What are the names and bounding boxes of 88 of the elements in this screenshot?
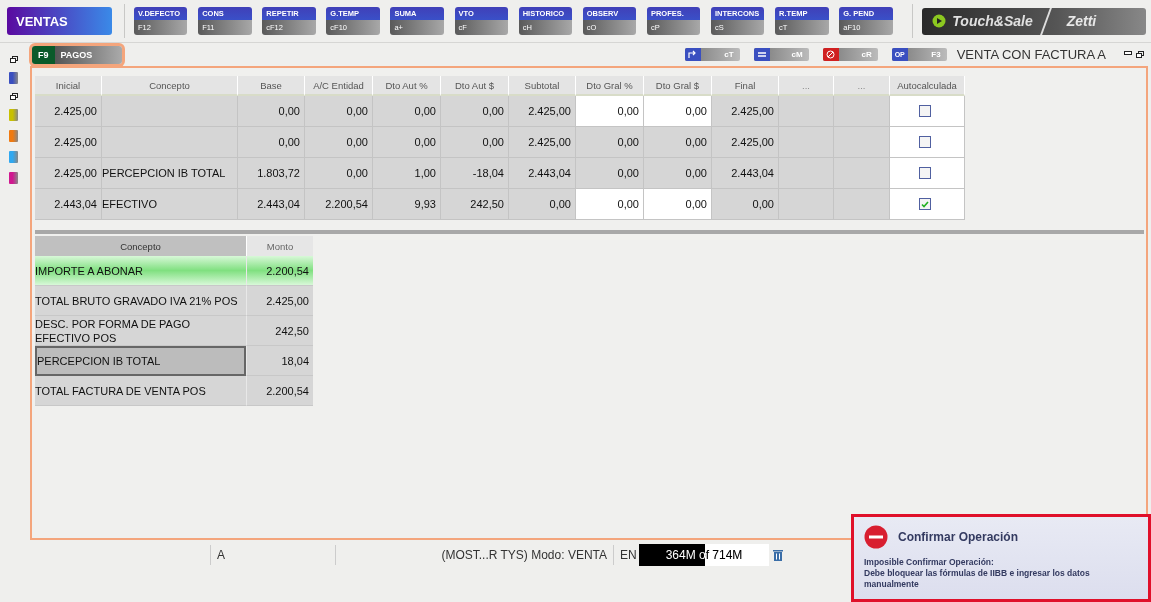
table-cell: 0,00 [238,127,305,158]
table-cell: PERCEPCION IB TOTAL [102,158,238,189]
table-cell: 0,00 [441,127,509,158]
notification-title: Confirmar Operación [898,530,1019,544]
swap-icon [688,50,698,59]
status-language: EN [613,545,637,565]
table-cell: 1.803,72 [238,158,305,189]
table-cell: PERCEPCION IB TOTAL [35,346,246,376]
column-header: Dto Gral $ [644,76,712,96]
table-cell: 2.425,00 [246,286,313,316]
column-header: Monto [246,236,313,256]
table-cell: 0,00 [712,189,779,220]
table-cell: 18,04 [246,346,313,376]
table-cell: 0,00 [373,96,441,127]
table-cell: 0,00 [441,96,509,127]
checkbox[interactable] [919,105,931,117]
document-type: VENTA CON FACTURA A [956,47,1106,62]
table-cell: 2.425,00 [35,158,102,189]
table-cell[interactable]: 0,00 [576,96,644,127]
column-header: Inicial [35,76,102,96]
table-cell: 0,00 [373,127,441,158]
status-session: (MOST...R TYS) Modo: VENTA [335,545,613,565]
column-header: Dto Aut $ [441,76,509,96]
table-cell: 2.425,00 [35,127,102,158]
table-cell[interactable]: 0,00 [576,158,644,189]
table-cell: 2.443,04 [238,189,305,220]
table-cell: 0,00 [509,189,576,220]
brand-name: Touch&Sale [952,13,1033,29]
table-cell: 242,50 [441,189,509,220]
column-header: A/C Entidad [305,76,373,96]
column-header: Base [238,76,305,96]
table-cell: 2.200,54 [305,189,373,220]
column-header: Final [712,76,779,96]
table-cell: 0,00 [238,96,305,127]
stop-icon [864,525,888,549]
table-cell[interactable]: 0,00 [576,189,644,220]
cancel-icon [826,50,836,59]
notification-message: Debe bloquear las fórmulas de IIBB e ingresar los datos manualmente [864,568,1091,590]
table-cell: 0,00 [305,158,373,189]
table-cell: 2.425,00 [509,96,576,127]
column-header: Concepto [35,236,246,256]
table-cell[interactable]: 0,00 [644,127,712,158]
table-cell[interactable]: 0,00 [644,158,712,189]
table-cell: 2.443,04 [35,189,102,220]
table-cell: 2.443,04 [712,158,779,189]
table-cell: TOTAL BRUTO GRAVADO IVA 21% POS [35,286,246,316]
restore-icon[interactable] [9,56,18,63]
column-header: Dto Aut % [373,76,441,96]
column-header: Autocalculada [890,76,965,96]
column-header: ... [779,76,834,96]
restore-icon[interactable] [1136,51,1144,58]
checkbox[interactable] [919,198,931,210]
table-cell: 2.425,00 [712,127,779,158]
table-cell[interactable]: 0,00 [576,127,644,158]
column-header: Concepto [102,76,238,96]
column-header: Subtotal [509,76,576,96]
table-cell: -18,04 [441,158,509,189]
table-cell: IMPORTE A ABONAR [35,256,246,286]
notification-heading: Imposible Confirmar Operación: [864,557,995,568]
minimize-icon[interactable] [1124,51,1132,56]
checkbox[interactable] [919,136,931,148]
partner-name: Zetti [1066,13,1097,29]
table-cell: 2.425,00 [712,96,779,127]
table-cell: EFECTIVO [102,189,238,220]
trash-icon[interactable] [773,549,783,561]
table-cell: 1,00 [373,158,441,189]
table-cell: 242,50 [246,316,313,346]
table-cell: 2.425,00 [509,127,576,158]
play-icon [932,14,947,28]
status-field: A [210,545,335,565]
table-cell: DESC. POR FORMA DE PAGO EFECTIVO POS [35,316,246,346]
column-header: ... [834,76,890,96]
module-button[interactable]: VENTAS [7,7,113,35]
table-cell: 0,00 [305,96,373,127]
table-cell: 9,93 [373,189,441,220]
restore-icon[interactable] [9,93,18,100]
table-cell[interactable]: 0,00 [644,189,712,220]
pagos-tab[interactable]: F9 PAGOS [32,45,123,64]
table-cell: 2.200,54 [246,256,313,286]
column-header: Dto Gral % [576,76,644,96]
table-cell: TOTAL FACTURA DE VENTA POS [35,376,246,406]
table-cell[interactable]: 0,00 [644,96,712,127]
table-cell: 2.443,04 [509,158,576,189]
checkbox[interactable] [919,167,931,179]
table-cell: 2.200,54 [246,376,313,406]
list-icon [757,51,766,58]
table-cell: 2.425,00 [35,96,102,127]
table-cell: 0,00 [305,127,373,158]
